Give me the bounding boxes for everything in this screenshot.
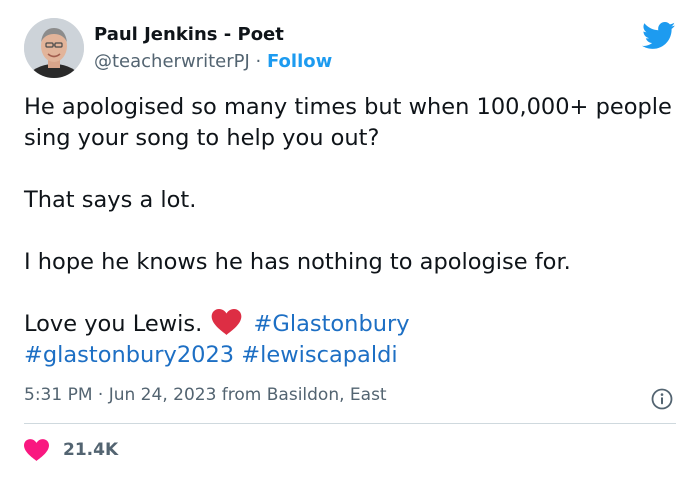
- like-row: 21.4K: [24, 437, 118, 463]
- tweet-meta: 5:31 PM · Jun 24, 2023 from Basildon, Ea…: [24, 385, 387, 405]
- twitter-bird-icon[interactable]: [642, 22, 676, 50]
- tweet-line-1: He apologised so many times but when 100…: [24, 94, 672, 151]
- author-handle-row: @teacherwriterPJ · Follow: [94, 51, 332, 72]
- like-count[interactable]: 21.4K: [63, 440, 118, 460]
- follow-button[interactable]: Follow: [267, 51, 332, 72]
- handle-separator: ·: [255, 51, 262, 72]
- hashtag-link[interactable]: #Glastonbury: [254, 311, 410, 337]
- avatar-image: [24, 18, 84, 78]
- tweet-time[interactable]: 5:31 PM: [24, 385, 93, 405]
- tweet-line-2: That says a lot.: [24, 187, 197, 213]
- info-icon[interactable]: [650, 387, 674, 411]
- heart-icon[interactable]: [24, 439, 49, 461]
- tweet-line-3: I hope he knows he has nothing to apolog…: [24, 249, 571, 275]
- divider: [24, 423, 676, 424]
- tweet-body: He apologised so many times but when 100…: [24, 92, 674, 371]
- tweet-line-4-text: Love you Lewis.: [24, 311, 203, 337]
- red-heart-emoji: [212, 309, 242, 335]
- hashtag-link[interactable]: #glastonbury2023: [24, 342, 234, 368]
- hashtag-link[interactable]: #lewiscapaldi: [241, 342, 397, 368]
- tweet-line-4: Love you Lewis. #Glastonbury #glastonbury…: [24, 309, 674, 371]
- author-name[interactable]: Paul Jenkins - Poet: [94, 24, 284, 45]
- tweet-date[interactable]: Jun 24, 2023: [109, 385, 217, 405]
- author-handle[interactable]: @teacherwriterPJ: [94, 51, 250, 72]
- tweet-location: from Basildon, East: [221, 385, 387, 405]
- avatar[interactable]: [24, 18, 84, 78]
- meta-separator: ·: [97, 385, 104, 405]
- tweet-card: Paul Jenkins - Poet @teacherwriterPJ · F…: [0, 0, 700, 477]
